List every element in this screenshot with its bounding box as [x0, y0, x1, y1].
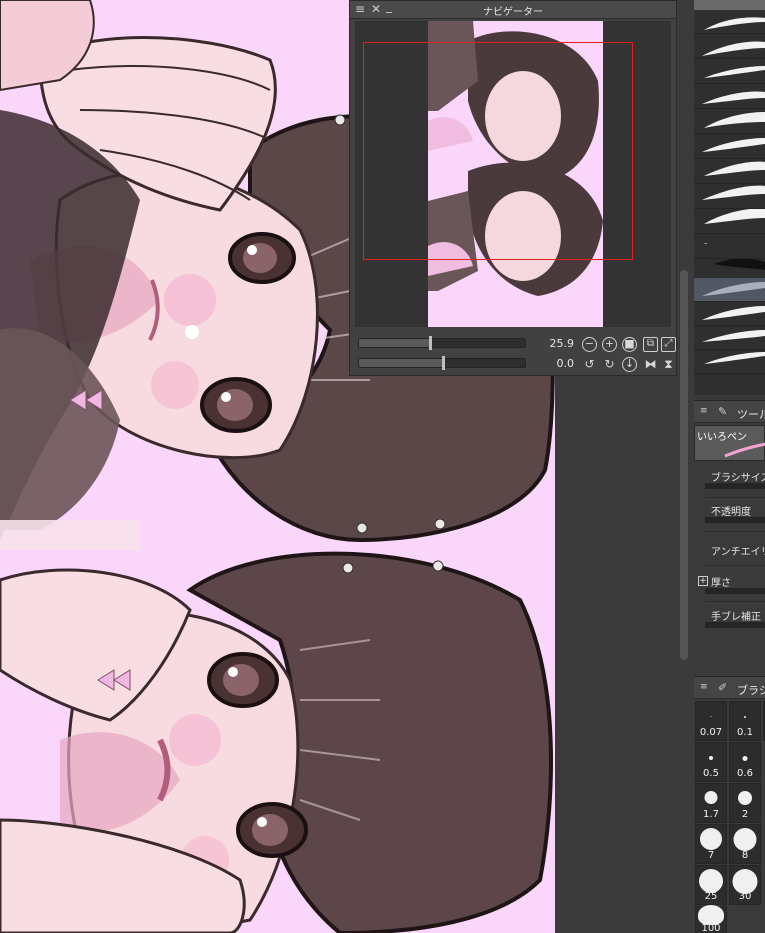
flip-horizontal-icon[interactable]: ⧓	[643, 357, 658, 372]
brush-size-slider[interactable]	[705, 483, 765, 489]
brush-size-preset[interactable]: 0.1	[729, 701, 761, 741]
fit-to-window-icon[interactable]: ⧉	[643, 337, 658, 352]
brush-item[interactable]	[694, 10, 765, 34]
zoom-out-icon[interactable]: −	[582, 337, 597, 352]
brush-icon: ✐	[718, 681, 728, 694]
zoom-value: 25.9	[549, 337, 575, 350]
brush-item[interactable]	[694, 35, 765, 59]
stabilization-slider[interactable]	[705, 622, 765, 628]
brush-material-list	[694, 0, 765, 395]
brush-size-tab[interactable]: ブラシ	[737, 682, 765, 698]
navigator-panel: ≡ ✕ _ ナビゲーター 25.9 − + ■ ⧉ ⤢ 0.0 ↺ ↻ ↓ ⧓ …	[349, 0, 677, 376]
brush-item[interactable]	[694, 110, 765, 134]
stabilization-label: 手ブレ補正	[711, 612, 761, 623]
brush-size-preset[interactable]: 0.5	[695, 742, 727, 782]
brush-size-preset[interactable]: 8	[729, 824, 761, 864]
brush-size-preset[interactable]: 25	[695, 865, 727, 905]
brush-item[interactable]	[694, 60, 765, 84]
brush-item[interactable]	[694, 350, 765, 374]
flip-vertical-icon[interactable]: ⧗	[661, 357, 676, 372]
tool-property-header[interactable]: ≡ ✎ ツール	[694, 401, 765, 423]
brush-item[interactable]	[694, 210, 765, 234]
zoom-slider[interactable]	[358, 336, 526, 350]
brush-item[interactable]	[694, 135, 765, 159]
rotate-left-icon[interactable]: ↺	[582, 357, 597, 372]
brush-item[interactable]	[694, 160, 765, 184]
brush-item[interactable]	[694, 302, 765, 326]
thickness-label: 厚さ	[711, 578, 731, 589]
brush-item-selected[interactable]	[694, 278, 765, 302]
fit-navigator-icon[interactable]: ⤢	[661, 337, 676, 352]
zoom-in-icon[interactable]: +	[602, 337, 617, 352]
tool-property-panel: ≡ ✎ ツール いいろペン ブラシサイズ 不透明度 アンチエイリ + 厚さ 手ブ…	[694, 400, 765, 675]
brush-size-preset[interactable]: 1.7	[695, 783, 727, 823]
clip-studio-workspace: ≡ ✕ _ ナビゲーター 25.9 − + ■ ⧉ ⤢ 0.0 ↺ ↻ ↓ ⧓ …	[0, 0, 765, 933]
reset-rotation-icon[interactable]: ↓	[622, 357, 637, 372]
subtool-preview[interactable]: いいろペン	[694, 425, 765, 461]
brush-size-preset[interactable]: 0.07	[695, 701, 727, 741]
brush-size-preset[interactable]: 100	[695, 905, 727, 933]
brush-size-panel: ≡ ✐ ブラシ 0.07 0.1 0.5 0.6 1.7 2 7 8 25 30…	[694, 676, 765, 933]
rotate-value: 0.0	[556, 357, 575, 370]
viewport-frame[interactable]	[363, 42, 633, 260]
navigator-title: ナビゲーター	[483, 7, 543, 18]
pen-tool-icon: ✎	[718, 405, 728, 418]
brush-item[interactable]	[694, 255, 765, 279]
brush-item[interactable]	[694, 185, 765, 209]
thickness-slider[interactable]	[705, 588, 765, 594]
actual-size-icon[interactable]: ■	[622, 337, 637, 352]
navigator-titlebar[interactable]: ≡ ✕ _ ナビゲーター	[350, 0, 676, 19]
antialias-label: アンチエイリ	[711, 547, 765, 558]
brush-size-preset[interactable]: 2	[729, 783, 761, 823]
rotate-slider[interactable]	[358, 356, 526, 370]
brush-item[interactable]	[694, 85, 765, 109]
canvas-vertical-scrollbar[interactable]	[680, 270, 688, 660]
opacity-label: 不透明度	[711, 507, 751, 518]
panel-menu-icon[interactable]: ≡	[700, 683, 709, 692]
brush-size-header[interactable]: ≡ ✐ ブラシ	[694, 677, 765, 699]
navigator-preview[interactable]	[355, 21, 671, 327]
brush-item[interactable]	[694, 326, 765, 350]
tool-property-tab[interactable]: ツール	[737, 406, 765, 422]
brush-size-preset[interactable]: 0.6	[729, 742, 761, 782]
panel-menu-icon[interactable]: ≡	[700, 407, 709, 416]
brush-size-preset[interactable]: 7	[695, 824, 727, 864]
brush-size-preset[interactable]: 30	[729, 865, 761, 905]
brush-size-label: ブラシサイズ	[711, 473, 765, 484]
opacity-slider[interactable]	[705, 517, 765, 523]
rotate-right-icon[interactable]: ↻	[602, 357, 617, 372]
expand-icon[interactable]: +	[698, 576, 708, 586]
